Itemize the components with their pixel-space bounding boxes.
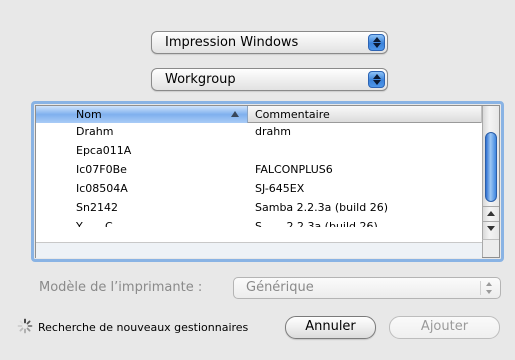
popup-divider xyxy=(480,281,481,295)
printer-name: Ic07F0Be xyxy=(76,163,127,176)
table-footer xyxy=(36,242,482,258)
popup-stepper-icon xyxy=(368,34,385,51)
printer-name: Epca011A xyxy=(76,144,132,157)
table-row[interactable]: Drahm drahm xyxy=(36,124,482,140)
column-header-nom-label: Nom xyxy=(76,108,102,121)
printer-comment: S...... 2.2.3a (build 26) xyxy=(255,220,378,227)
printer-comment: FALCONPLUS6 xyxy=(255,163,333,176)
column-header-nom[interactable]: Nom xyxy=(36,106,248,123)
printer-model-popup: Générique xyxy=(233,277,501,299)
workgroup-popup[interactable]: Workgroup xyxy=(151,68,388,91)
scroll-corner xyxy=(482,239,499,257)
printer-name: Y...... C........... xyxy=(76,220,152,227)
table-row[interactable]: Epca011A xyxy=(36,143,482,159)
connection-type-popup[interactable]: Impression Windows xyxy=(151,31,388,54)
table-row[interactable]: Ic07F0Be FALCONPLUS6 xyxy=(36,162,482,178)
vertical-scrollbar[interactable] xyxy=(482,106,499,257)
table-row[interactable]: Ic08504A SJ-645EX xyxy=(36,181,482,197)
printer-model-label: Modèle de l’imprimante : xyxy=(39,280,203,295)
table-row[interactable]: Y...... C........... S...... 2.2.3a (bui… xyxy=(36,219,482,227)
connection-type-value: Impression Windows xyxy=(165,35,299,50)
cancel-button[interactable]: Annuler xyxy=(285,316,376,339)
status-text: Recherche de nouveaux gestionnaires xyxy=(38,321,249,334)
printer-name: Sn2142 xyxy=(76,201,118,214)
sort-ascending-icon xyxy=(231,111,239,117)
column-header-commentaire-label: Commentaire xyxy=(255,108,330,121)
printer-name: Drahm xyxy=(76,125,114,138)
scrollbar-thumb[interactable] xyxy=(485,132,497,202)
printer-comment: drahm xyxy=(255,125,291,138)
printer-comment: Samba 2.2.3a (build 26) xyxy=(255,201,389,214)
add-button[interactable]: Ajouter xyxy=(389,316,500,339)
printer-name: Ic08504A xyxy=(76,182,128,195)
scroll-down-arrow-icon[interactable] xyxy=(483,221,499,235)
popup-stepper-icon xyxy=(368,71,385,88)
printer-comment: SJ-645EX xyxy=(255,182,305,195)
table-row[interactable]: Sn2142 Samba 2.2.3a (build 26) xyxy=(36,200,482,216)
printer-model-value: Générique xyxy=(246,280,314,295)
popup-stepper-icon xyxy=(484,281,496,295)
progress-spinner-icon xyxy=(17,318,33,334)
scroll-up-arrow-icon[interactable] xyxy=(483,206,499,220)
workgroup-value: Workgroup xyxy=(165,72,236,87)
printer-list[interactable]: Nom Commentaire Drahm drahm Epca011A Ic0… xyxy=(35,105,500,258)
column-header-commentaire[interactable]: Commentaire xyxy=(248,106,482,123)
table-header: Nom Commentaire xyxy=(36,106,482,123)
